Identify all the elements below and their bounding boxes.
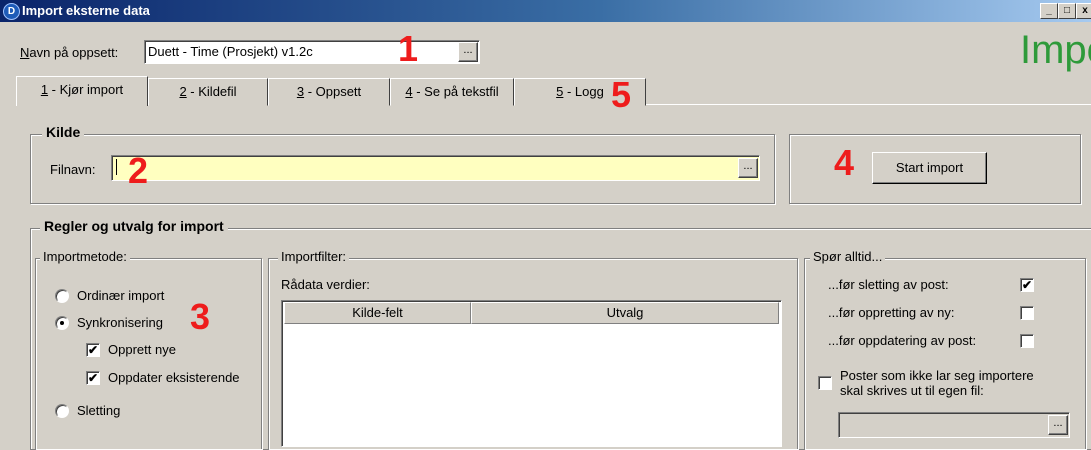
radio-ordinary[interactable]: [55, 289, 69, 303]
create-new-checkbox[interactable]: ✔: [86, 343, 100, 357]
setup-name-field[interactable]: Duett - Time (Prosjekt) v1.2c ...: [144, 40, 480, 64]
setup-label: Navn på oppsett:: [20, 45, 119, 60]
annotation-marker-2: 2: [128, 150, 149, 191]
setup-browse-button[interactable]: ...: [458, 42, 478, 62]
radio-ordinary-label: Ordinær import: [77, 288, 165, 303]
rules-group-title: Regler og utvalg for import: [40, 218, 228, 234]
error-file-path-field[interactable]: ...: [838, 412, 1070, 438]
ask-title: Spør alltid...: [810, 249, 886, 264]
minimize-button[interactable]: _: [1040, 3, 1058, 19]
ask-delete-label: ...før sletting av post:: [828, 277, 949, 292]
radio-delete[interactable]: [55, 404, 69, 418]
error-file-browse-button[interactable]: ...: [1048, 415, 1068, 435]
ask-delete-checkbox[interactable]: ✔: [1020, 278, 1034, 292]
tab-run-import[interactable]: 1 - Kjør import: [16, 76, 148, 106]
tab-setup[interactable]: 3 - Oppsett: [268, 78, 390, 106]
page-heading: Import: [1020, 28, 1091, 72]
method-label: Importmetode:: [40, 249, 130, 264]
setup-name-value: Duett - Time (Prosjekt) v1.2c: [148, 44, 313, 59]
filename-input[interactable]: ...: [111, 155, 760, 181]
error-file-checkbox[interactable]: [818, 376, 832, 390]
ask-update-checkbox[interactable]: [1020, 334, 1034, 348]
raw-values-label: Rådata verdier:: [281, 277, 370, 292]
close-button[interactable]: x: [1076, 3, 1091, 19]
ask-create-label: ...før oppretting av ny:: [828, 305, 955, 320]
tab-source-file[interactable]: 2 - Kildefil: [148, 78, 268, 106]
radio-sync[interactable]: [55, 316, 69, 330]
annotation-marker-5: 5: [611, 74, 632, 115]
annotation-marker-1: 1: [398, 28, 419, 69]
radio-sync-label: Synkronisering: [77, 315, 163, 330]
filename-browse-button[interactable]: ...: [738, 158, 758, 178]
radio-delete-label: Sletting: [77, 403, 121, 418]
source-group-title: Kilde: [42, 124, 85, 140]
text-cursor: [116, 159, 117, 175]
filename-label: Filnavn:: [50, 162, 96, 177]
column-header-selection[interactable]: Utvalg: [471, 302, 779, 324]
create-new-label: Opprett nye: [108, 342, 176, 357]
maximize-button[interactable]: □: [1058, 3, 1076, 19]
ask-update-label: ...før oppdatering av post:: [828, 333, 977, 348]
update-existing-checkbox[interactable]: ✔: [86, 371, 100, 385]
filter-label: Importfilter:: [278, 249, 350, 264]
tab-view-textfile[interactable]: 4 - Se på tekstfil: [390, 78, 514, 106]
error-file-label: Poster som ikke lar seg importere skal sk…: [840, 368, 1034, 398]
update-existing-label: Oppdater eksisterende: [108, 370, 240, 385]
annotation-marker-3: 3: [190, 296, 211, 337]
title-bar: [0, 0, 1091, 22]
app-icon: D: [3, 3, 20, 20]
ask-create-checkbox[interactable]: [1020, 306, 1034, 320]
column-header-source-field[interactable]: Kilde-felt: [284, 302, 471, 324]
window-title: Import eksterne data: [22, 3, 150, 18]
start-import-button[interactable]: Start import: [872, 152, 987, 184]
annotation-marker-4: 4: [834, 142, 855, 183]
